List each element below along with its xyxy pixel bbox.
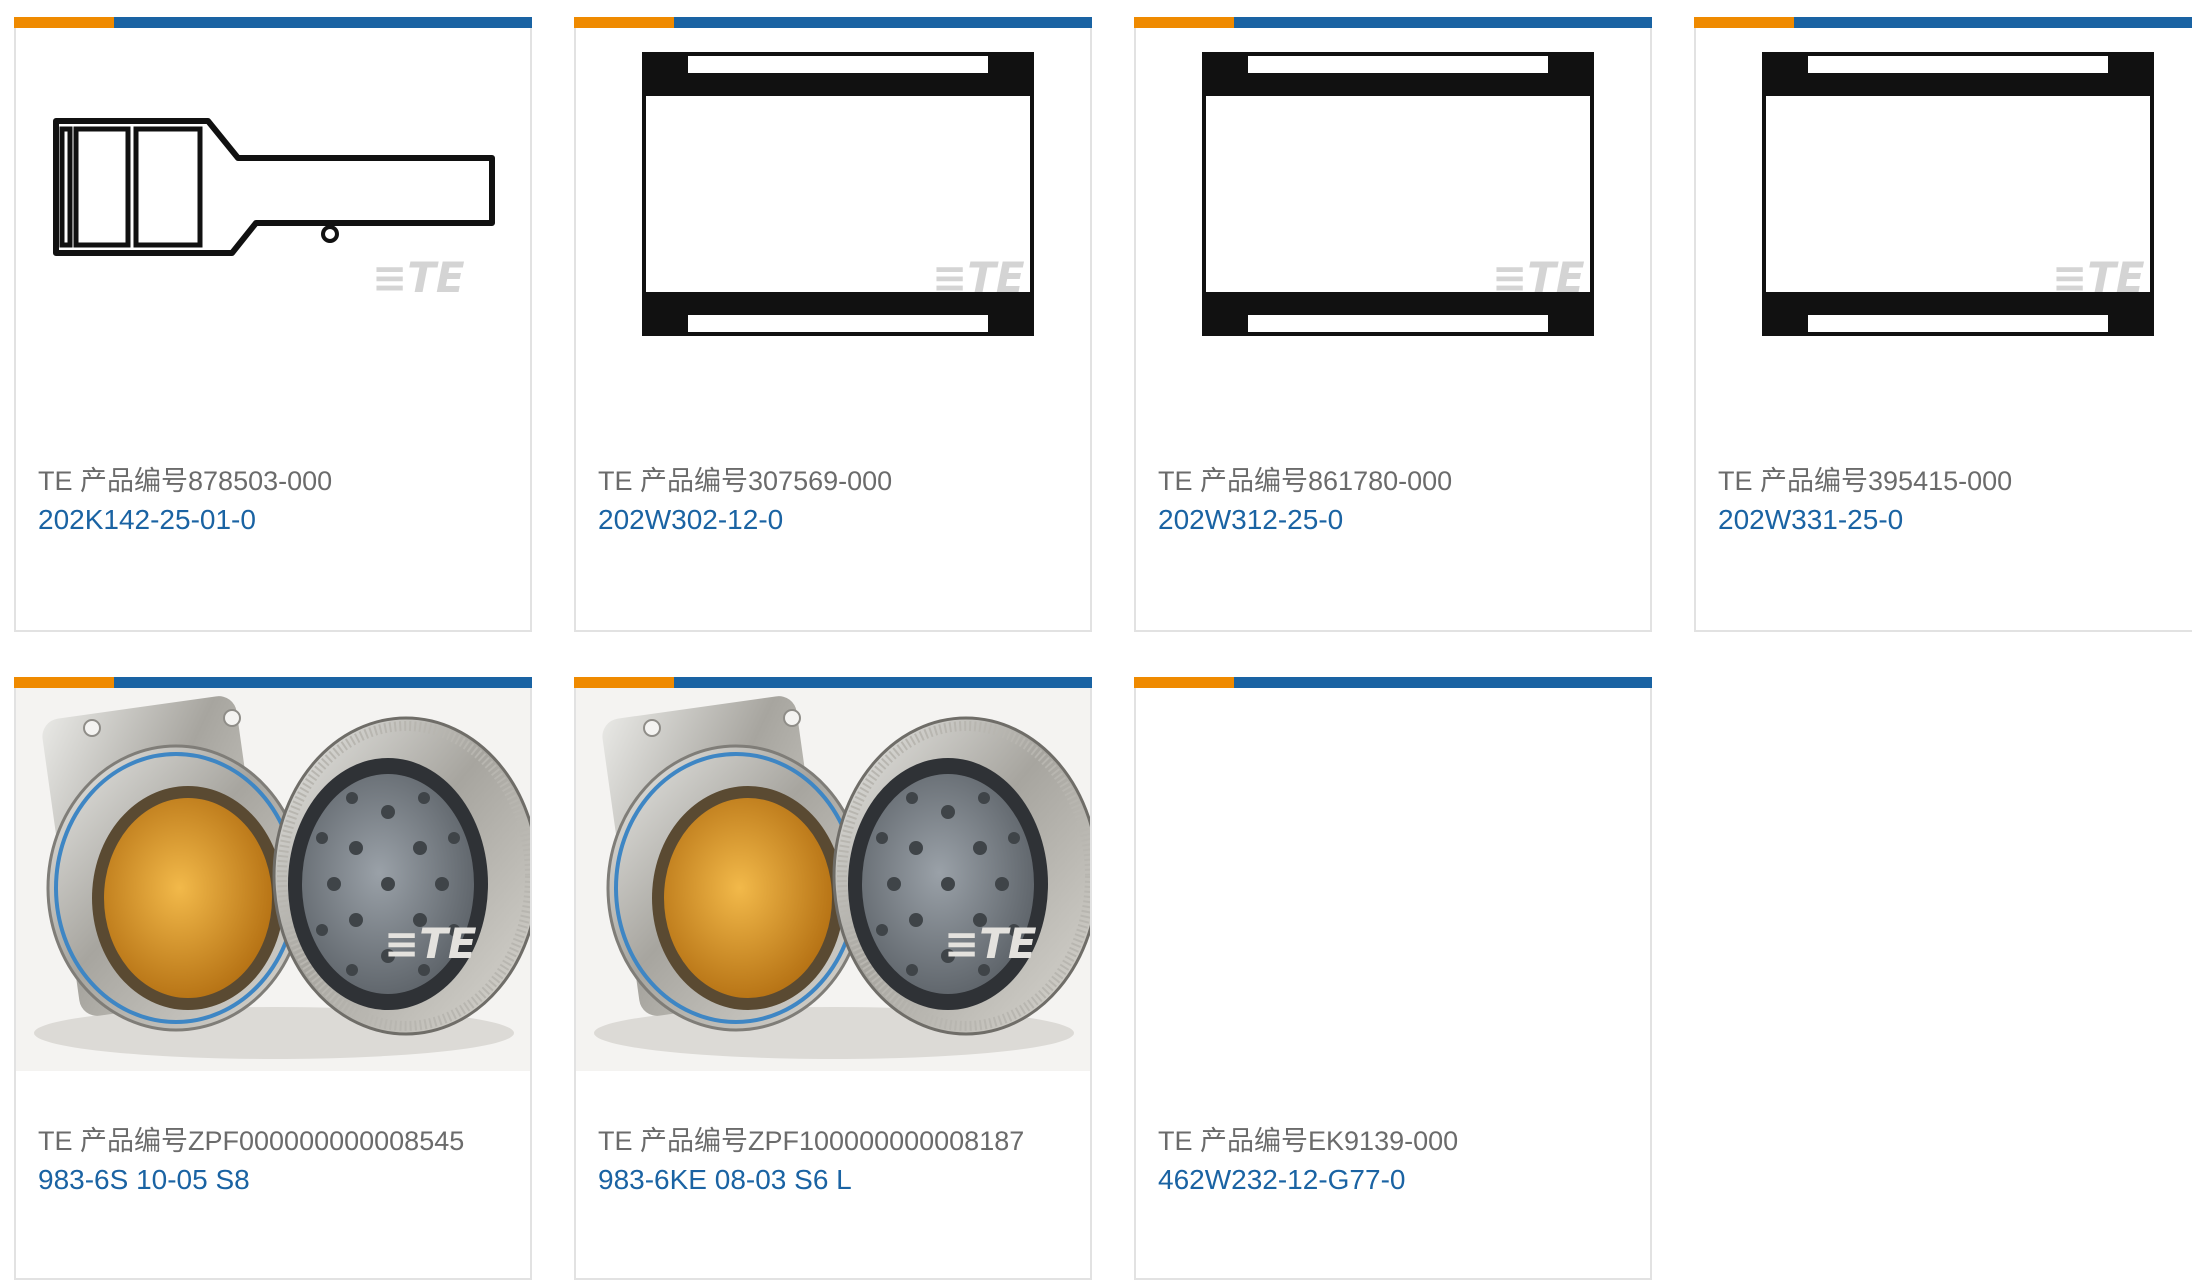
te-logo-watermark: ≡TE (2052, 253, 2145, 302)
product-image[interactable]: ≡TE (576, 28, 1090, 411)
product-image[interactable]: ≡TE (16, 28, 530, 411)
product-card[interactable]: ≡TE TE 产品编号307569-000 202W302-12-0 (574, 17, 1092, 632)
part-number-label: TE 产品编号 (1718, 466, 1869, 496)
product-image[interactable]: ≡TE (1136, 28, 1650, 411)
straight-sleeve-drawing: ≡TE (1202, 52, 1594, 336)
product-name-link[interactable]: 462W232-12-G77-0 (1158, 1164, 1405, 1196)
part-number: 878503-000 (188, 466, 333, 496)
part-number: 861780-000 (1308, 466, 1453, 496)
card-accent-bar (14, 677, 532, 688)
straight-sleeve-drawing: ≡TE (1762, 52, 2154, 336)
card-accent-bar (574, 677, 1092, 688)
part-number-label: TE 产品编号 (598, 466, 749, 496)
part-number: 395415-000 (1868, 466, 2013, 496)
product-card[interactable]: TE 产品编号EK9139-000 462W232-12-G77-0 (1134, 677, 1652, 1280)
product-name-link[interactable]: 202K142-25-01-0 (38, 504, 256, 536)
product-image-empty (1136, 688, 1650, 1071)
te-logo-watermark: ≡TE (932, 253, 1025, 302)
part-number: EK9139-000 (1308, 1126, 1459, 1156)
product-card[interactable]: ≡TE TE 产品编号861780-000 202W312-25-0 (1134, 17, 1652, 632)
product-grid: ≡TE TE 产品编号878503-000 202K142-25-01-0 ≡T… (0, 0, 2192, 1280)
product-image[interactable]: ≡TE (576, 688, 1090, 1071)
card-accent-bar (1694, 17, 2192, 28)
part-number-label: TE 产品编号 (38, 1126, 189, 1156)
te-logo-watermark: ≡TE (384, 919, 477, 968)
part-number-label: TE 产品编号 (38, 466, 189, 496)
product-name-link[interactable]: 202W302-12-0 (598, 504, 783, 536)
product-name-link[interactable]: 202W312-25-0 (1158, 504, 1343, 536)
card-accent-bar (1134, 17, 1652, 28)
product-card[interactable]: ≡TE TE 产品编号395415-000 202W331-25-0 (1694, 17, 2192, 632)
part-number-label: TE 产品编号 (1158, 466, 1309, 496)
product-image[interactable]: ≡TE (1696, 28, 2192, 411)
te-logo-watermark: ≡TE (1492, 253, 1585, 302)
part-number-label: TE 产品编号 (598, 1126, 749, 1156)
part-number: 307569-000 (748, 466, 893, 496)
heat-shrink-boot-drawing: ≡TE (53, 118, 495, 302)
product-name-link[interactable]: 202W331-25-0 (1718, 504, 1903, 536)
card-accent-bar (14, 17, 532, 28)
te-logo-watermark: ≡TE (944, 919, 1037, 968)
product-card[interactable]: ≡TE TE 产品编号878503-000 202K142-25-01-0 (14, 17, 532, 632)
part-number: ZPF100000000008187 (748, 1126, 1025, 1156)
product-name-link[interactable]: 983-6S 10-05 S8 (38, 1164, 250, 1196)
straight-sleeve-drawing: ≡TE (642, 52, 1034, 336)
product-card[interactable]: ≡TE TE 产品编号ZPF000000000008545 983-6S 10-… (14, 677, 532, 1280)
part-number-label: TE 产品编号 (1158, 1126, 1309, 1156)
circular-connector-photo: ≡TE (576, 688, 1090, 1071)
product-card[interactable]: ≡TE TE 产品编号ZPF100000000008187 983-6KE 08… (574, 677, 1092, 1280)
product-name-link[interactable]: 983-6KE 08-03 S6 L (598, 1164, 852, 1196)
card-accent-bar (1134, 677, 1652, 688)
part-number: ZPF000000000008545 (188, 1126, 465, 1156)
card-accent-bar (574, 17, 1092, 28)
product-image[interactable]: ≡TE (16, 688, 530, 1071)
circular-connector-photo: ≡TE (16, 688, 530, 1071)
te-logo-watermark: ≡TE (372, 253, 465, 302)
